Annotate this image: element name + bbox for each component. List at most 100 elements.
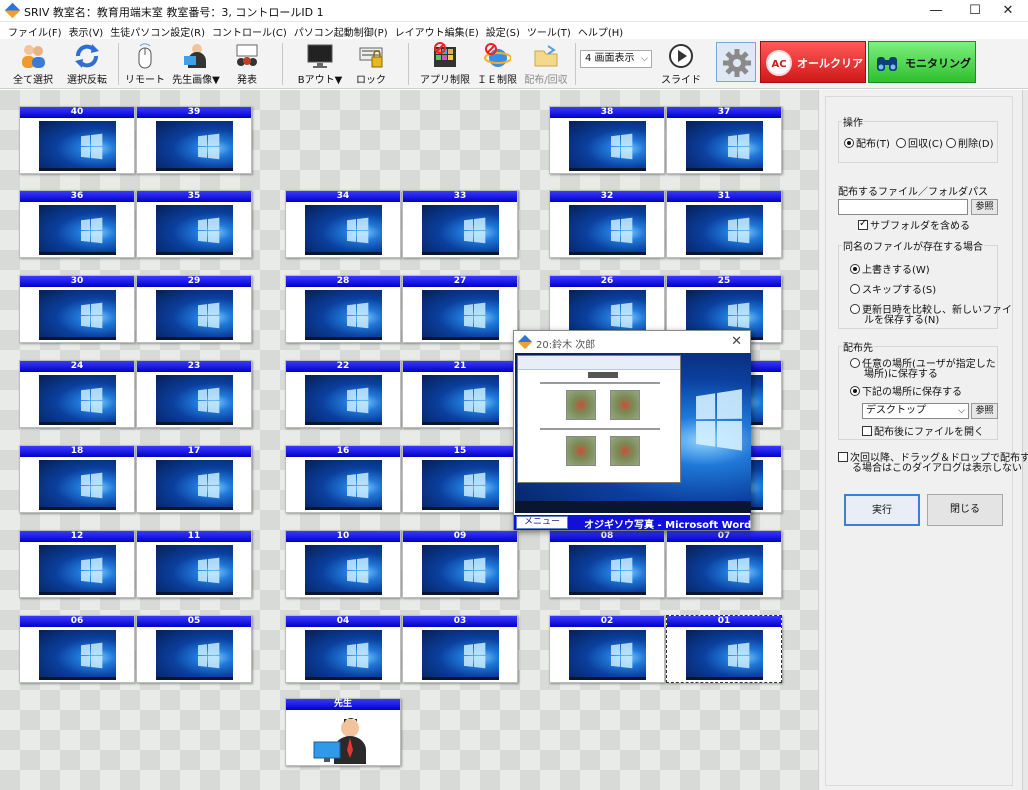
student-pc-number: 10 [286,531,400,542]
teacher-pc-label: 先生 [286,699,400,710]
student-pc[interactable]: 07 [666,530,782,598]
student-pc[interactable]: 30 [19,275,135,343]
student-pc-screen [156,460,233,510]
menu-student-pc-settings[interactable]: 生徒パソコン設定(R) [108,22,210,39]
refresh-icon [73,42,101,70]
chevron-down-icon: ⌵ [958,406,965,416]
student-pc-screen [569,121,646,171]
include-subfolders-checkbox[interactable]: サブフォルダを含める [858,217,970,232]
student-pc[interactable]: 05 [136,615,252,683]
student-pc[interactable]: 02 [549,615,665,683]
student-pc[interactable]: 22 [285,360,401,428]
menu-control[interactable]: コントロール(C) [210,22,292,39]
student-pc[interactable]: 38 [549,106,665,174]
student-pc-screen [39,630,116,680]
student-pc[interactable]: 36 [19,190,135,258]
execute-button[interactable]: 実行 [844,494,920,526]
student-pc[interactable]: 24 [19,360,135,428]
distribute-button[interactable]: 配布/回収 [522,41,570,87]
present-button[interactable]: 発表 [224,41,270,87]
student-pc[interactable]: 15 [402,445,518,513]
popup-close-icon[interactable]: ✕ [731,334,742,349]
all-clear-label: オールクリア [797,57,863,70]
windows-logo-icon [80,217,104,244]
menu-file[interactable]: ファイル(F) [6,22,67,39]
panel-scrollbar[interactable] [1022,90,1028,790]
student-pc[interactable]: 40 [19,106,135,174]
open-after-checkbox[interactable]: 配布後にファイルを開く [862,423,984,438]
windows-logo-icon [463,302,487,329]
menu-view[interactable]: 表示(V) [67,22,109,39]
destination-select[interactable]: デスクトップ ⌵ [862,403,969,419]
student-pc[interactable]: 03 [402,615,518,683]
app-limit-button[interactable]: アプリ制限 [418,41,472,87]
student-pc[interactable]: 31 [666,190,782,258]
menu-help[interactable]: ヘルプ(H) [576,22,628,39]
student-pc[interactable]: 11 [136,530,252,598]
student-pc[interactable]: 28 [285,275,401,343]
student-pc[interactable]: 04 [285,615,401,683]
op-collect-radio[interactable]: 回収(C) [896,135,943,150]
b-out-button[interactable]: Bアウト▼ [294,41,346,87]
student-pc[interactable]: 32 [549,190,665,258]
menu-settings[interactable]: 設定(S) [484,22,525,39]
path-label: 配布するファイル／フォルダパス [838,187,988,198]
distribute-label: 配布/回収 [524,75,568,86]
path-browse-button[interactable]: 参照 [971,199,998,215]
student-pc-screen [569,545,646,595]
student-pc[interactable]: 18 [19,445,135,513]
student-pc[interactable]: 17 [136,445,252,513]
lock-button[interactable]: ロック [350,41,392,87]
ie-icon [483,42,512,70]
select-all-button[interactable]: 全て選択 [8,41,58,87]
student-pc[interactable]: 08 [549,530,665,598]
invert-select-button[interactable]: 選択反転 [62,41,112,87]
all-clear-button[interactable]: AC オールクリア [760,41,866,83]
op-delete-radio[interactable]: 削除(D) [946,135,994,150]
menu-pc-startup[interactable]: パソコン起動制御(P) [292,22,393,39]
student-pc[interactable]: 21 [402,360,518,428]
student-pc[interactable]: 10 [285,530,401,598]
menu-layout-edit[interactable]: レイアウト編集(E) [393,22,484,39]
close-button[interactable]: ✕ [985,0,1028,22]
windows-logo-icon [727,302,751,329]
skip-radio[interactable]: スキップする(S) [850,281,936,296]
student-screen-popup[interactable]: 20:鈴木 次郎 ✕ メニュー オジギソウ写真 - Microsoft Word [513,330,751,531]
remote-button[interactable]: リモート [122,41,168,87]
settings-button[interactable] [716,42,756,82]
ie-limit-button[interactable]: ＩＥ制限 [474,41,520,87]
student-pc[interactable]: 01 [666,615,782,683]
screens-select[interactable]: 4 画面表示 ⌵ [580,50,652,68]
student-pc[interactable]: 06 [19,615,135,683]
student-pc-number: 02 [550,616,664,627]
student-pc-number: 33 [403,191,517,202]
student-pc-screen [686,121,763,171]
slide-button[interactable]: スライド [658,41,704,87]
student-pc[interactable]: 16 [285,445,401,513]
student-pc[interactable]: 09 [402,530,518,598]
op-distribute-radio[interactable]: 配布(T) [844,135,890,150]
student-pc[interactable]: 27 [402,275,518,343]
popup-menu-button[interactable]: メニュー [516,516,568,529]
close-panel-button[interactable]: 閉じる [927,494,1003,526]
student-pc[interactable]: 12 [19,530,135,598]
window-title: SRIV 教室名：教育用端末室 教室番号：3, コントロールID 1 [24,6,324,19]
dest-browse-button[interactable]: 参照 [971,403,998,419]
student-pc[interactable]: 23 [136,360,252,428]
path-input[interactable] [838,199,968,215]
student-pc[interactable]: 35 [136,190,252,258]
overwrite-radio[interactable]: 上書きする(W) [850,261,930,276]
student-pc[interactable]: 34 [285,190,401,258]
below-place-radio[interactable]: 下記の場所に保存する [850,383,962,398]
student-pc[interactable]: 29 [136,275,252,343]
student-pc[interactable]: 39 [136,106,252,174]
student-pc-screen [156,630,233,680]
monitoring-button[interactable]: モニタリング [868,41,976,83]
teacher-pc[interactable]: 先生 [285,698,401,766]
teacher-screen-button[interactable]: 先生画像▼ [170,41,222,87]
student-pc[interactable]: 37 [666,106,782,174]
menu-tools[interactable]: ツール(T) [525,22,576,39]
student-pc[interactable]: 33 [402,190,518,258]
student-pc-screen [39,375,116,425]
overwrite-label: 上書きする(W) [862,265,930,276]
